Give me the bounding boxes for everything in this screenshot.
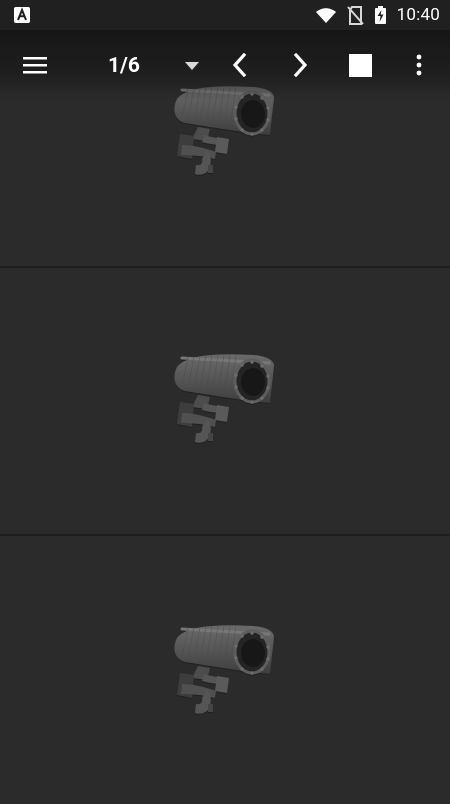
- next-button[interactable]: [284, 48, 316, 82]
- no-sim-icon: [346, 5, 364, 25]
- security-camera-icon: [174, 625, 274, 714]
- page-indicator: 1/6: [108, 54, 140, 78]
- page-dropdown-button[interactable]: [176, 54, 208, 78]
- clock-time: 10:40: [396, 5, 440, 25]
- chevron-left-icon: [232, 53, 247, 77]
- battery-charging-icon: [374, 6, 386, 24]
- stop-button[interactable]: [343, 47, 377, 83]
- status-bar: 10:40: [0, 0, 450, 30]
- more-options-button[interactable]: [404, 47, 434, 83]
- camera-feed-tile[interactable]: [0, 536, 450, 804]
- status-icons: 10:40: [315, 4, 440, 26]
- camera-feed-tile[interactable]: [0, 268, 450, 534]
- top-toolbar: 1/6: [0, 30, 450, 100]
- chevron-right-icon: [293, 53, 308, 77]
- more-vert-icon: [416, 54, 422, 76]
- menu-button[interactable]: [16, 50, 54, 80]
- app-a-icon: [14, 7, 30, 23]
- camera-feed-list: [0, 30, 450, 804]
- menu-icon: [23, 57, 47, 74]
- wifi-icon: [315, 7, 336, 23]
- previous-button[interactable]: [224, 48, 256, 82]
- security-camera-icon: [174, 354, 274, 443]
- dropdown-triangle-icon: [185, 62, 199, 70]
- stop-square-icon: [348, 53, 372, 77]
